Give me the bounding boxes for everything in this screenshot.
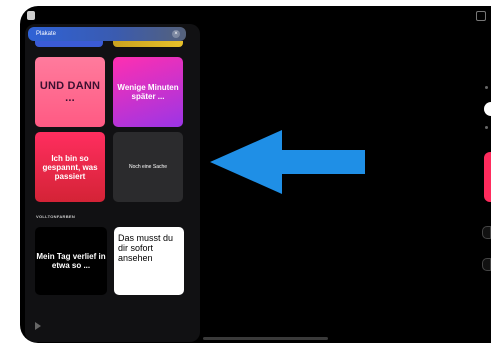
poster-tile-text: UND DANN ... <box>39 80 101 104</box>
poster-tile-peek-right[interactable] <box>113 41 183 47</box>
tool-dot <box>485 126 488 129</box>
play-icon[interactable] <box>35 322 41 330</box>
panel-title: Plakate <box>36 31 57 37</box>
poster-picker-panel: Plakate × UND DANN ... Wenige Minuten sp… <box>25 24 200 342</box>
tool-dot <box>485 86 488 89</box>
poster-tile-das-musst-du[interactable]: Das musst du dir sofort ansehen <box>114 227 184 295</box>
poster-tile-mein-tag[interactable]: Mein Tag verlief in etwa so ... <box>35 227 107 295</box>
poster-tile-text: Mein Tag verlief in etwa so ... <box>36 252 106 270</box>
poster-tile-gespannt[interactable]: Ich bin so gespannt, was passiert <box>35 132 105 202</box>
tool-chip[interactable] <box>482 226 491 239</box>
close-icon[interactable]: × <box>172 30 180 38</box>
poster-tile-text: Noch eine Sache <box>128 164 168 170</box>
home-indicator <box>203 337 328 340</box>
arrow-left-icon <box>210 130 365 199</box>
poster-tile-noch-eine-sache[interactable]: Noch eine Sache <box>113 132 183 202</box>
panel-header: Plakate × <box>28 27 186 41</box>
tool-knob[interactable] <box>484 102 491 116</box>
section-label: VOLLTONFARBEN <box>36 214 76 219</box>
ipad-screen: Plakate × UND DANN ... Wenige Minuten sp… <box>20 6 491 343</box>
status-indicator <box>27 11 35 20</box>
poster-tile-wenige-minuten[interactable]: Wenige Minuten später ... <box>113 57 183 127</box>
tool-chip[interactable] <box>482 258 491 271</box>
record-button[interactable] <box>484 152 491 202</box>
poster-tile-text: Ich bin so gespannt, was passiert <box>42 153 98 181</box>
poster-tile-text: Das musst du dir sofort ansehen <box>118 233 174 263</box>
poster-tile-peek-left[interactable] <box>35 41 103 47</box>
poster-tile-und-dann[interactable]: UND DANN ... <box>35 57 105 127</box>
right-tool-strip <box>477 6 491 343</box>
poster-tile-text: Wenige Minuten später ... <box>117 83 179 101</box>
